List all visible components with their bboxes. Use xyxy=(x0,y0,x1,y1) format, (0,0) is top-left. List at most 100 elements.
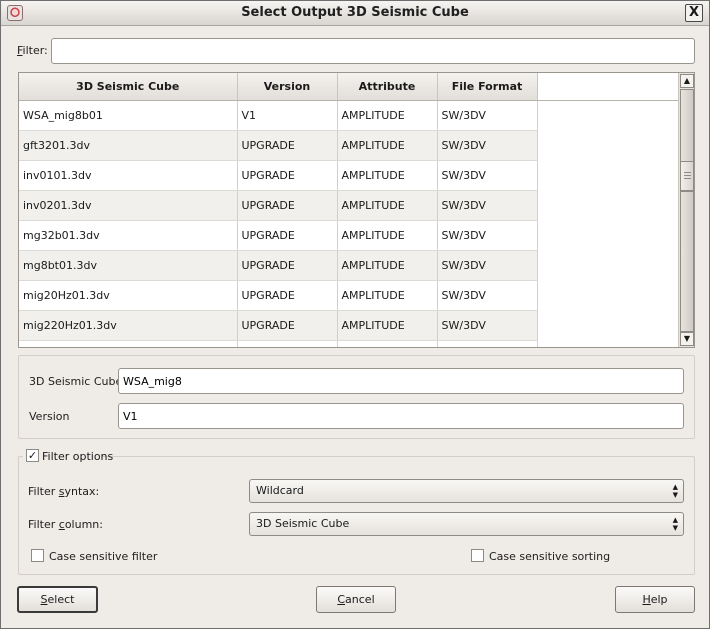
close-button[interactable]: X xyxy=(685,4,703,22)
scroll-up-button[interactable]: ▲ xyxy=(680,74,694,88)
cell-cube: inv0101.3dv xyxy=(19,160,238,191)
scroll-track-upper[interactable] xyxy=(680,89,694,169)
table-header-row: 3D Seismic Cube Version Attribute File F… xyxy=(19,73,679,101)
cell-attribute: AMPLITUDE xyxy=(337,250,438,281)
cell-file-format: SW/3DV xyxy=(437,250,538,281)
cube-name-input[interactable] xyxy=(118,368,684,394)
filter-column-label: Filter column: xyxy=(28,518,103,531)
grip-line xyxy=(684,175,691,176)
table-row[interactable]: mig220Hz01.3dv UPGRADE AMPLITUDE SW/3DV xyxy=(19,310,679,341)
case-sort-checkbox[interactable] xyxy=(471,549,484,562)
cell-attribute: AMPLITUDE xyxy=(337,130,438,161)
cell-version: UPGRADE xyxy=(237,130,338,161)
table-row[interactable]: mg8bt01.3dv UPGRADE AMPLITUDE SW/3DV xyxy=(19,250,679,281)
cell-filler xyxy=(537,100,679,130)
case-filter-label: Case sensitive filter xyxy=(49,550,158,563)
select-button-mnemonic: S xyxy=(40,593,48,606)
filter-options-label: Filter options xyxy=(42,450,114,463)
filter-column-label-b: olumn: xyxy=(64,518,103,531)
table-row[interactable]: mg32b01.3dv UPGRADE AMPLITUDE SW/3DV xyxy=(19,220,679,251)
cell-version: UPGRADE xyxy=(237,250,338,281)
cell-version: UPGRADE xyxy=(237,280,338,311)
cancel-button-rest: ancel xyxy=(345,593,375,606)
cell-cube: mg32b01.3dv xyxy=(19,220,238,251)
close-icon: X xyxy=(688,5,700,20)
filter-syntax-label-a: Filter xyxy=(28,485,59,498)
filter-syntax-label-b: yntax: xyxy=(64,485,100,498)
cell-cube: inv0201.3dv xyxy=(19,190,238,221)
cell-attribute: AMPLITUDE xyxy=(337,220,438,251)
cell-cube: WSA_mig8b01 xyxy=(19,100,238,131)
grip-line xyxy=(684,172,691,173)
cell-filler xyxy=(537,160,679,190)
cell-filler xyxy=(537,340,679,347)
column-header-cube[interactable]: 3D Seismic Cube xyxy=(19,73,238,101)
cell-cube: mg8bt01.3dv xyxy=(19,250,238,281)
table-row[interactable]: gft3201.3dv UPGRADE AMPLITUDE SW/3DV xyxy=(19,130,679,161)
case-sort-label: Case sensitive sorting xyxy=(489,550,611,563)
cell-filler xyxy=(537,220,679,250)
cell-cube: mig20Hz01.3dv xyxy=(19,280,238,311)
column-header-version[interactable]: Version xyxy=(237,73,338,101)
scroll-down-button[interactable]: ▼ xyxy=(680,332,694,346)
cell-filler xyxy=(537,190,679,220)
filter-syntax-label: Filter syntax: xyxy=(28,485,99,498)
cube-table-grid: 3D Seismic Cube Version Attribute File F… xyxy=(19,73,679,347)
cell-version: V1 xyxy=(237,100,338,131)
cell-file-format: SW/3DV xyxy=(437,280,538,311)
table-row[interactable]: inv0101.3dv UPGRADE AMPLITUDE SW/3DV xyxy=(19,160,679,191)
table-scrollbar[interactable]: ▲ ▼ xyxy=(678,73,694,347)
filter-column-label-a: Filter xyxy=(28,518,59,531)
grip-line xyxy=(684,178,691,179)
cancel-button[interactable]: Cancel xyxy=(316,586,396,613)
cell-version: UPGRADE xyxy=(237,160,338,191)
cell-file-format: SW/3DV xyxy=(437,190,538,221)
updown-icon: ▲ ▼ xyxy=(672,516,678,532)
cell-version: UPGRADE xyxy=(237,310,338,341)
filter-input[interactable] xyxy=(51,38,695,64)
cell-file-format: SW/3DV xyxy=(437,310,538,341)
cell-filler xyxy=(537,310,679,340)
cell-attribute: AMPLITUDE xyxy=(337,100,438,131)
cell-cube: mig220Hz01.3dv xyxy=(19,310,238,341)
cube-label: 3D Seismic Cube xyxy=(29,375,123,388)
cell-filler xyxy=(537,280,679,310)
column-header-filler xyxy=(537,73,679,101)
case-filter-checkbox[interactable] xyxy=(31,549,44,562)
table-row[interactable]: WSA_mig8b01 V1 AMPLITUDE SW/3DV xyxy=(19,100,679,131)
filter-label-rest: ilter: xyxy=(22,44,48,57)
selection-panel: 3D Seismic Cube Version xyxy=(18,355,695,439)
scroll-track-lower[interactable] xyxy=(680,191,694,332)
select-button[interactable]: Select xyxy=(17,586,98,613)
cell-file-format: SW/3DV xyxy=(437,220,538,251)
cell-attribute: AMPLITUDE xyxy=(337,280,438,311)
table-row[interactable]: mig20Hz01.3dv UPGRADE AMPLITUDE SW/3DV xyxy=(19,280,679,311)
updown-icon: ▲ ▼ xyxy=(672,483,678,499)
cell-attribute xyxy=(337,340,438,347)
title-bar[interactable]: Select Output 3D Seismic Cube X xyxy=(1,1,709,26)
filter-options-header: ✓ Filter options xyxy=(23,449,113,465)
help-button-mnemonic: H xyxy=(642,593,651,606)
window-title: Select Output 3D Seismic Cube xyxy=(241,5,469,20)
filter-column-value: 3D Seismic Cube xyxy=(256,517,350,530)
cell-version xyxy=(237,340,338,347)
table-row[interactable] xyxy=(19,340,679,347)
cell-file-format: SW/3DV xyxy=(437,130,538,161)
version-input[interactable] xyxy=(118,403,684,429)
cell-filler xyxy=(537,130,679,160)
filter-options-checkbox[interactable]: ✓ xyxy=(26,449,39,462)
filter-syntax-select[interactable]: Wildcard ▲ ▼ xyxy=(249,479,684,503)
version-label: Version xyxy=(29,410,70,423)
column-header-attribute[interactable]: Attribute xyxy=(337,73,438,101)
column-header-file-format[interactable]: File Format xyxy=(437,73,538,101)
arrow-up-icon: ▲ xyxy=(683,76,691,85)
cell-version: UPGRADE xyxy=(237,220,338,251)
help-button[interactable]: Help xyxy=(615,586,695,613)
check-icon: ✓ xyxy=(27,449,38,462)
cell-file-format xyxy=(437,340,538,347)
filter-column-select[interactable]: 3D Seismic Cube ▲ ▼ xyxy=(249,512,684,536)
cell-attribute: AMPLITUDE xyxy=(337,310,438,341)
table-row[interactable]: inv0201.3dv UPGRADE AMPLITUDE SW/3DV xyxy=(19,190,679,221)
scroll-thumb[interactable] xyxy=(680,161,694,191)
cell-file-format: SW/3DV xyxy=(437,100,538,131)
